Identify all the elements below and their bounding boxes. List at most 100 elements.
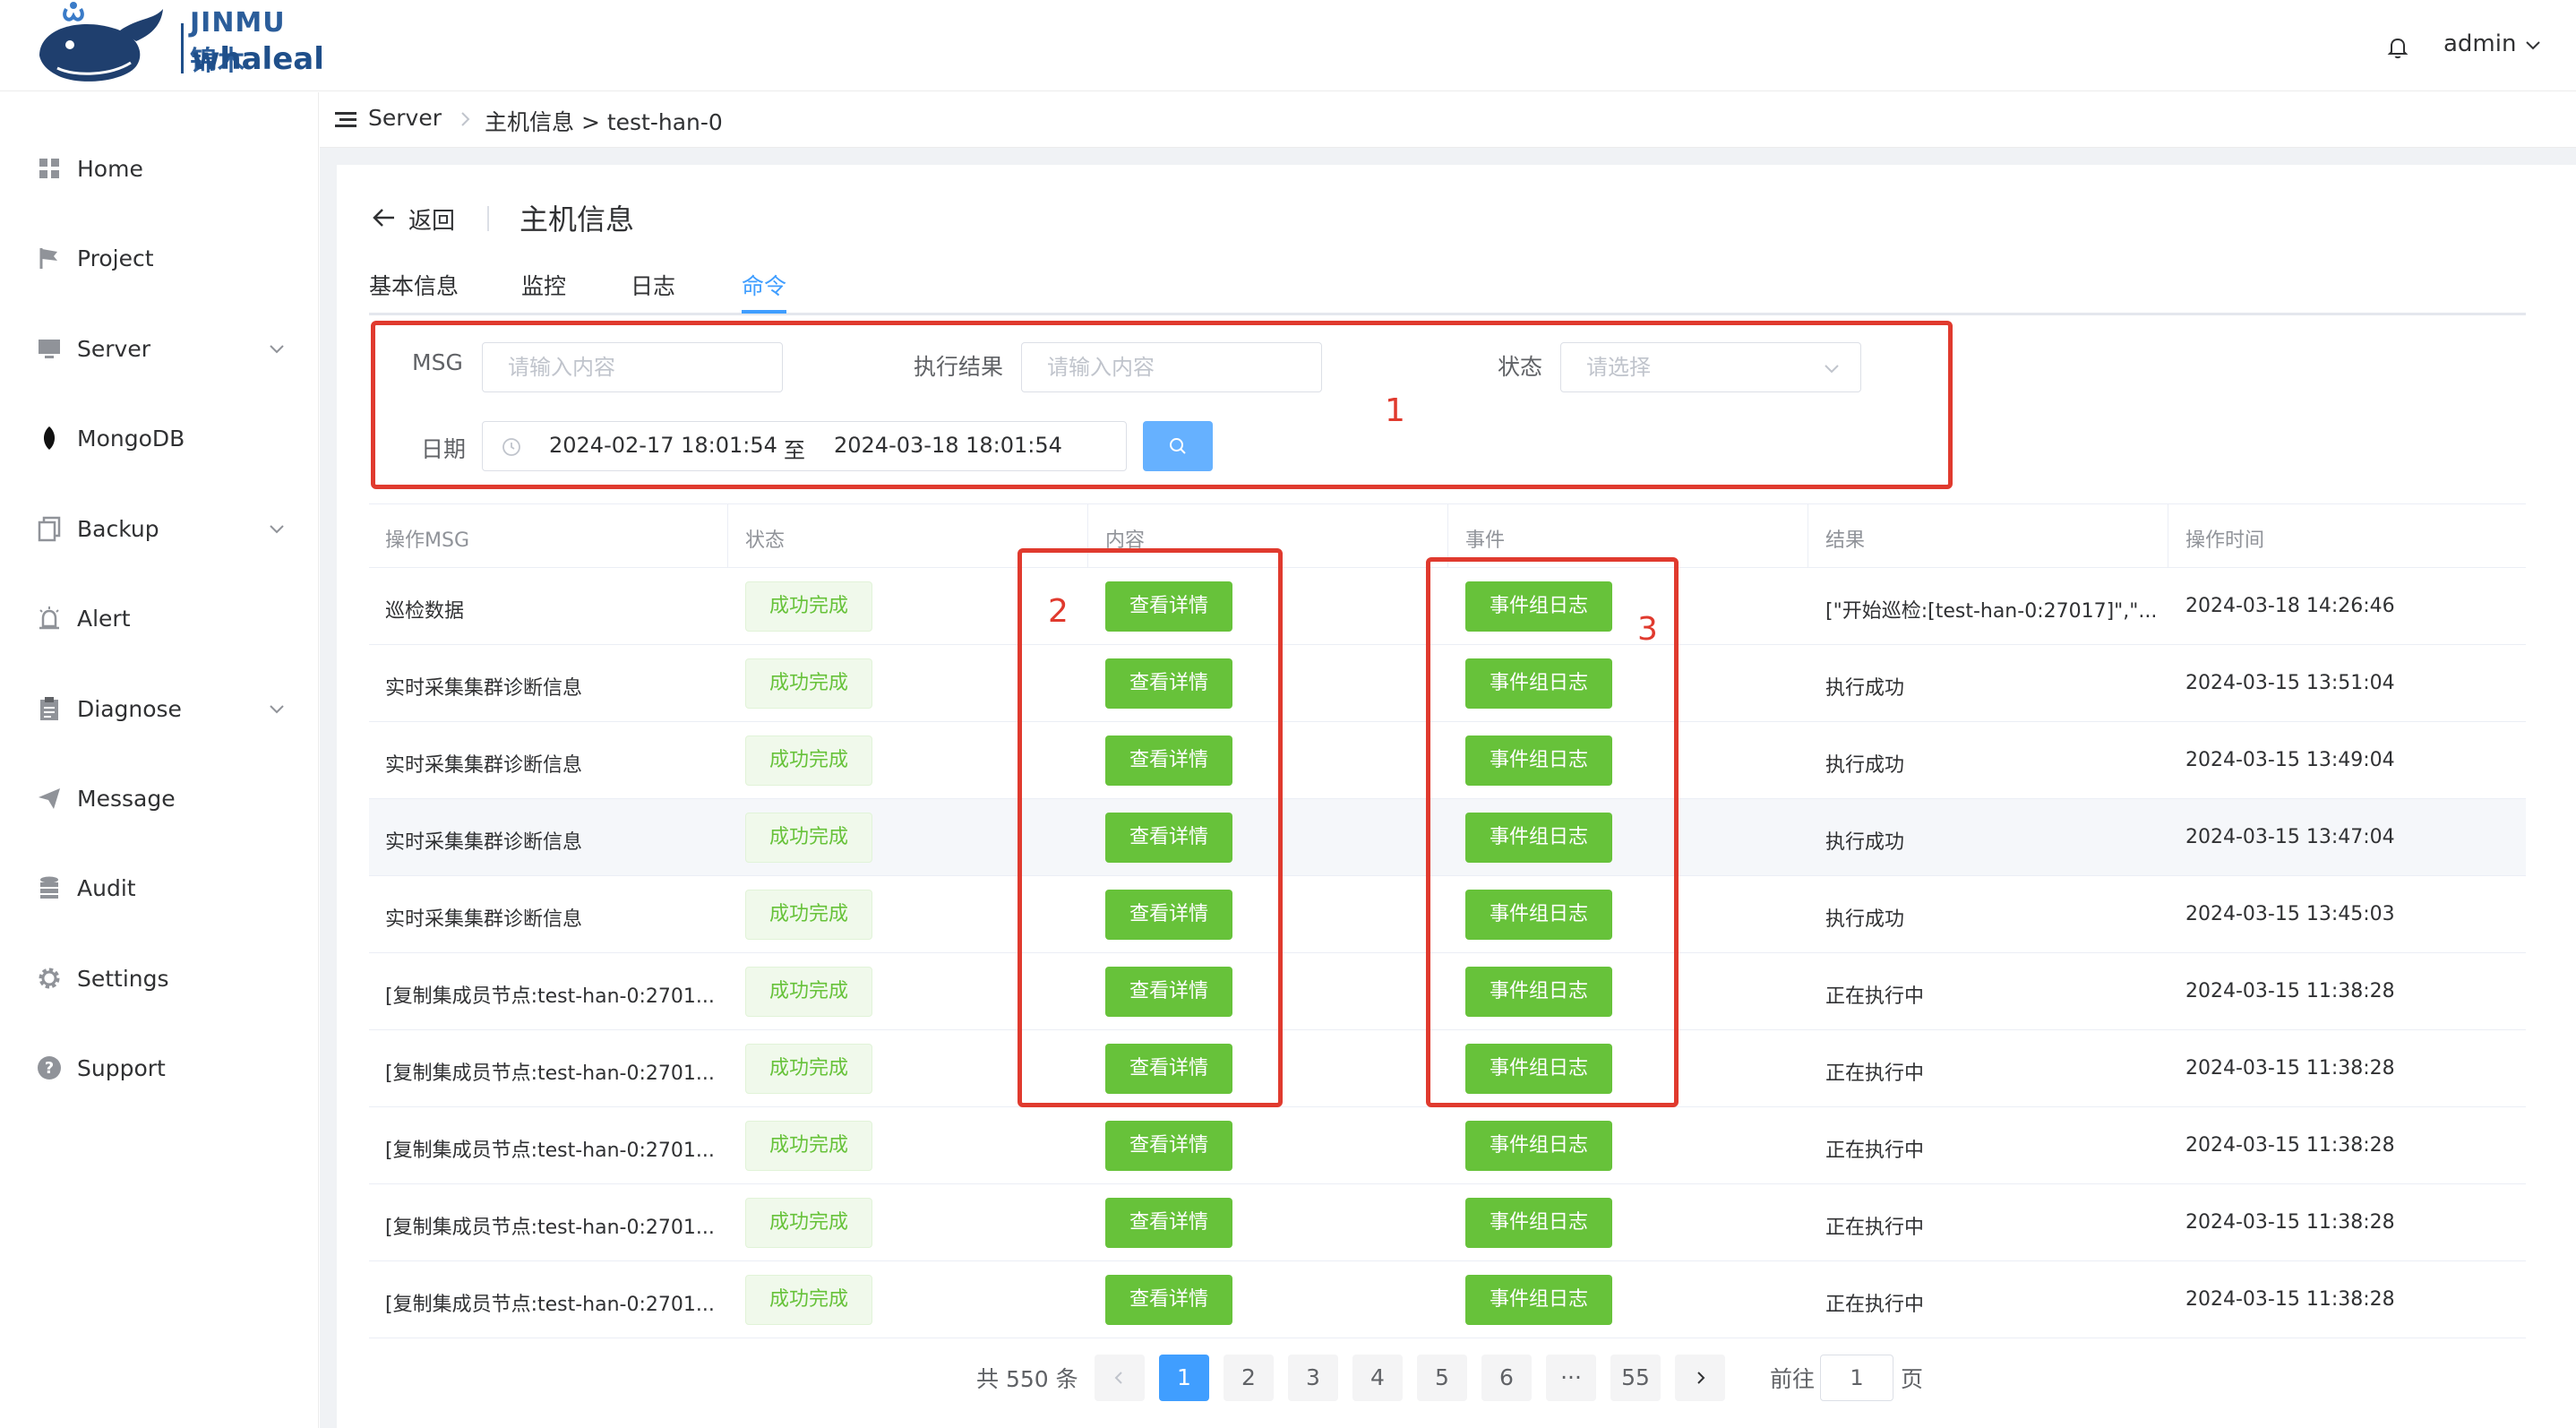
- status-badge: 成功完成: [745, 1198, 872, 1248]
- status-badge: 成功完成: [745, 1044, 872, 1094]
- sidebar-item-label: Diagnose: [77, 695, 182, 722]
- view-detail-button[interactable]: 查看详情: [1105, 1198, 1232, 1248]
- breadcrumb: Server 主机信息 > test-han-0: [320, 92, 2576, 148]
- column-divider: [727, 504, 728, 569]
- sidebar-item-backup[interactable]: Backup: [0, 497, 319, 560]
- page-number-button[interactable]: 1: [1159, 1355, 1209, 1401]
- gear-icon: [39, 968, 60, 989]
- page-ellipsis-button[interactable]: ···: [1546, 1355, 1596, 1401]
- chevron-right-icon: [461, 112, 470, 126]
- monitor-icon: [39, 340, 60, 358]
- row-msg: [复制集成员节点:test-han-0:2701...: [385, 1062, 715, 1085]
- column-header-msg: 操作MSG: [385, 529, 469, 552]
- alarm-icon: [39, 606, 59, 630]
- tab-bar: 基本信息 监控 日志 命令: [369, 269, 2526, 315]
- row-result: 正在执行中: [1825, 1294, 1925, 1316]
- chevron-down-icon: [270, 525, 284, 534]
- row-result: 执行成功: [1825, 908, 1905, 931]
- status-badge: 成功完成: [745, 1275, 872, 1325]
- row-time: 2024-03-15 11:38:28: [2185, 1057, 2395, 1080]
- sidebar-item-server[interactable]: Server: [0, 317, 319, 380]
- sidebar: Home Project Server MongoDB Backup Alert: [0, 92, 319, 1428]
- svg-text:?: ?: [45, 1059, 54, 1078]
- logo[interactable]: JINMU锦木 whaleal: [30, 0, 324, 91]
- row-result: ["开始巡检:[test-han-0:27017]","...: [1825, 600, 2158, 623]
- event-log-button[interactable]: 事件组日志: [1465, 1198, 1612, 1248]
- page-number-button[interactable]: 3: [1288, 1355, 1338, 1401]
- page-number-button[interactable]: 2: [1224, 1355, 1274, 1401]
- sidebar-item-support[interactable]: ? Support: [0, 1037, 319, 1099]
- row-result: 正在执行中: [1825, 1217, 1925, 1239]
- copy-icon: [38, 516, 61, 542]
- event-log-button[interactable]: 事件组日志: [1465, 1275, 1612, 1325]
- sidebar-item-message[interactable]: Message: [0, 767, 319, 830]
- row-time: 2024-03-15 13:47:04: [2185, 826, 2395, 848]
- sidebar-item-label: Settings: [77, 965, 169, 992]
- tab-command[interactable]: 命令: [742, 269, 786, 313]
- bell-icon[interactable]: [2384, 34, 2411, 61]
- sidebar-item-label: Support: [77, 1054, 166, 1081]
- status-badge: 成功完成: [745, 736, 872, 786]
- column-header-status: 状态: [745, 529, 786, 552]
- page-number-button[interactable]: 5: [1417, 1355, 1467, 1401]
- logo-brand-bottom: whaleal: [192, 41, 324, 77]
- annotation-number: 1: [1385, 392, 1405, 429]
- back-button[interactable]: 返回: [408, 202, 455, 236]
- page-number-button[interactable]: 55: [1610, 1355, 1661, 1401]
- row-result: 执行成功: [1825, 831, 1905, 854]
- row-msg: [复制集成员节点:test-han-0:2701...: [385, 1217, 715, 1239]
- breadcrumb-root[interactable]: Server: [368, 105, 442, 131]
- tab-log[interactable]: 日志: [631, 269, 675, 313]
- row-msg: [复制集成员节点:test-han-0:2701...: [385, 1294, 715, 1316]
- question-icon: ?: [38, 1056, 61, 1080]
- page-number-button[interactable]: 4: [1352, 1355, 1403, 1401]
- column-divider: [1807, 504, 1808, 569]
- sidebar-item-project[interactable]: Project: [0, 227, 319, 289]
- pagination-total: 共 550 条: [976, 1366, 1078, 1392]
- sidebar-item-home[interactable]: Home: [0, 137, 319, 200]
- sidebar-item-diagnose[interactable]: Diagnose: [0, 677, 319, 740]
- flag-icon: [39, 248, 57, 269]
- status-badge: 成功完成: [745, 1121, 872, 1171]
- view-detail-button[interactable]: 查看详情: [1105, 1121, 1232, 1171]
- sidebar-item-alert[interactable]: Alert: [0, 587, 319, 649]
- sidebar-item-settings[interactable]: Settings: [0, 947, 319, 1010]
- sidebar-item-label: Project: [77, 245, 154, 271]
- column-header-time: 操作时间: [2185, 529, 2265, 552]
- chevron-down-icon: [270, 345, 284, 354]
- tab-monitor[interactable]: 监控: [521, 269, 566, 313]
- status-badge: 成功完成: [745, 658, 872, 709]
- annotation-number: 2: [1048, 593, 1069, 630]
- event-log-button[interactable]: 事件组日志: [1465, 1121, 1612, 1171]
- view-detail-button[interactable]: 查看详情: [1105, 1275, 1232, 1325]
- grid-icon: [39, 159, 59, 178]
- tab-basic-info[interactable]: 基本信息: [369, 269, 459, 313]
- page-number-button[interactable]: 6: [1481, 1355, 1532, 1401]
- row-time: 2024-03-15 11:38:28: [2185, 980, 2395, 1002]
- sidebar-item-audit[interactable]: Audit: [0, 856, 319, 919]
- row-result: 正在执行中: [1825, 1140, 1925, 1162]
- pagination: 共 550 条 1 2 3 4 5 6 ··· 55 前往 1 页: [0, 1355, 2576, 1408]
- goto-page-input[interactable]: 1: [1820, 1355, 1893, 1401]
- database-icon: [40, 876, 58, 899]
- row-msg: 实时采集集群诊断信息: [385, 754, 583, 777]
- row-msg: [复制集成员节点:test-han-0:2701...: [385, 985, 715, 1008]
- annotation-box-filters: [371, 321, 1953, 489]
- row-result: 正在执行中: [1825, 1062, 1925, 1085]
- back-arrow-icon[interactable]: [371, 204, 398, 231]
- row-result: 正在执行中: [1825, 985, 1925, 1008]
- page-unit-label: 页: [1901, 1366, 1924, 1392]
- prev-page-button[interactable]: [1095, 1355, 1145, 1401]
- row-time: 2024-03-18 14:26:46: [2185, 595, 2395, 617]
- column-header-result: 结果: [1825, 529, 1866, 552]
- row-time: 2024-03-15 13:49:04: [2185, 749, 2395, 771]
- user-menu[interactable]: admin: [2443, 30, 2516, 57]
- chevron-down-icon[interactable]: [2524, 36, 2542, 54]
- row-result: 执行成功: [1825, 677, 1905, 700]
- goto-label: 前往: [1770, 1366, 1816, 1392]
- next-page-button[interactable]: [1675, 1355, 1725, 1401]
- main-card: 返回 主机信息 基本信息 监控 日志 命令 MSG 请输入内容 执行结果 请输入…: [337, 165, 2576, 1428]
- annotation-box-content: [1018, 548, 1283, 1107]
- sidebar-item-mongodb[interactable]: MongoDB: [0, 407, 319, 469]
- menu-fold-icon[interactable]: [332, 107, 359, 133]
